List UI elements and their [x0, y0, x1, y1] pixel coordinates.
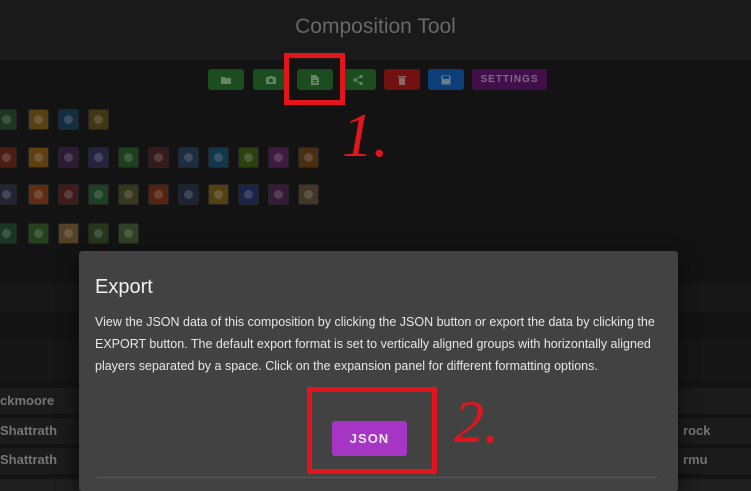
expansion-panel-edge[interactable] [97, 477, 657, 478]
highlight-json-button [307, 387, 437, 474]
annotation-step-1: 1. [342, 102, 389, 168]
highlight-export-button [284, 53, 345, 105]
annotation-step-2-label: 2. [454, 389, 499, 450]
dialog-description: View the JSON data of this composition b… [95, 315, 655, 373]
dialog-title: Export [95, 276, 153, 298]
annotation-step-2: 2. [454, 389, 499, 450]
annotation-step-1-label: 1. [342, 102, 389, 168]
